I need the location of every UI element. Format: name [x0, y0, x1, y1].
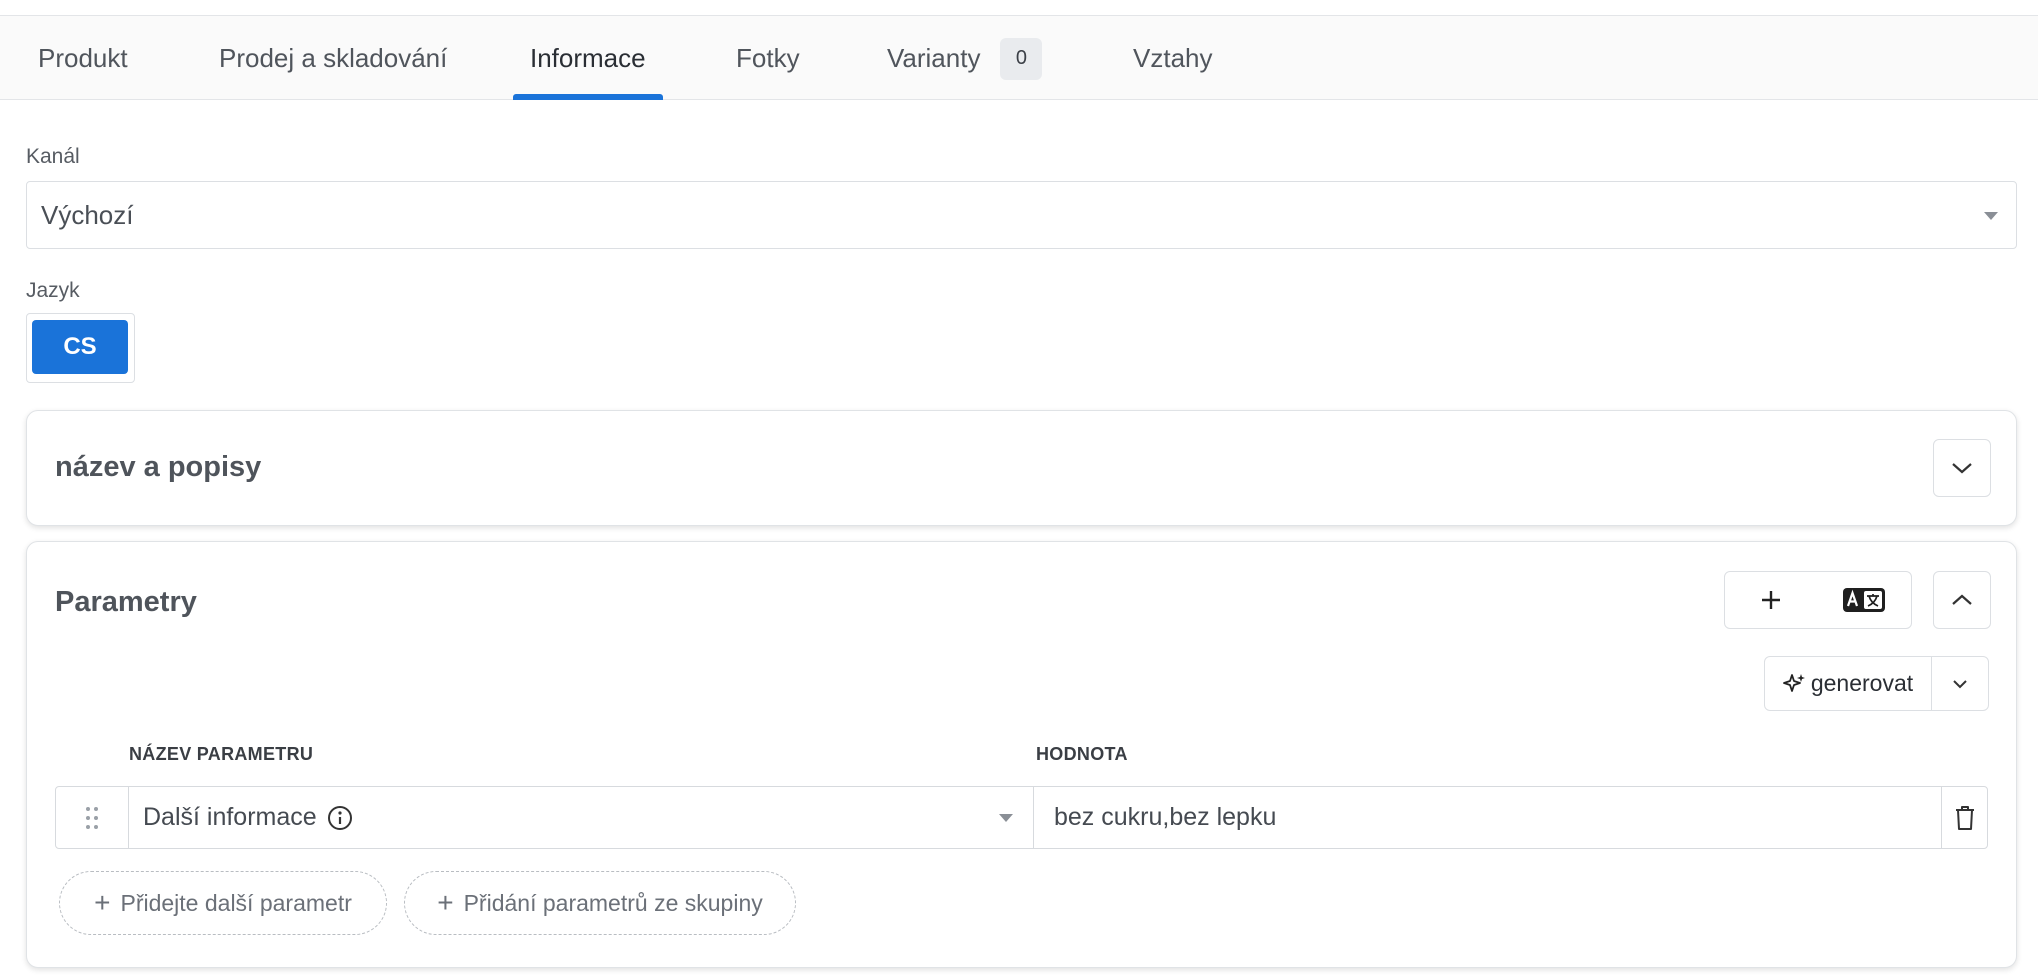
column-header-value: HODNOTA	[1036, 744, 1128, 764]
tab-label: Varianty	[887, 43, 981, 73]
plus-icon	[1762, 591, 1780, 609]
tab-label: Informace	[530, 43, 646, 73]
chevron-down-icon	[999, 814, 1013, 822]
add-parameter-button[interactable]: + Přidejte další parametr	[59, 871, 387, 935]
table-row: Další informace bez cukru,bez lepku	[55, 786, 1988, 849]
parameter-name-select[interactable]: Další informace	[129, 787, 1034, 848]
names-section-title: název a popisy	[55, 451, 262, 483]
parameters-toolbar	[1724, 571, 1912, 629]
chevron-down-icon	[1984, 212, 1998, 220]
translate-button[interactable]	[1817, 572, 1911, 628]
add-parameter-label: Přidejte další parametr	[120, 889, 352, 916]
tab-produkt[interactable]: Produkt	[38, 16, 128, 101]
parameters-section-title: Parametry	[55, 586, 197, 618]
sparkle-icon	[1782, 673, 1805, 692]
collapse-button[interactable]	[1933, 571, 1991, 629]
parameter-name: Další informace	[143, 803, 317, 831]
active-tab-indicator	[513, 94, 663, 100]
generate-button[interactable]: generovat	[1765, 657, 1932, 710]
tab-label: Vztahy	[1133, 43, 1213, 73]
column-header-name: NÁZEV PARAMETRU	[129, 744, 314, 764]
generate-label: generovat	[1810, 670, 1914, 696]
channel-select[interactable]: Výchozí	[26, 181, 2017, 249]
generate-options-button[interactable]	[1932, 657, 1988, 710]
tab-label: Fotky	[736, 43, 800, 73]
tab-vztahy[interactable]: Vztahy	[1133, 16, 1213, 101]
language-selector: CS	[26, 313, 135, 383]
tab-bar: Produkt Prodej a skladování Informace Fo…	[0, 15, 2038, 100]
chevron-up-icon	[1952, 594, 1972, 605]
tab-label: Produkt	[38, 43, 128, 73]
language-button-cs[interactable]: CS	[32, 320, 128, 374]
tab-prodej[interactable]: Prodej a skladování	[219, 16, 447, 101]
expand-button[interactable]	[1933, 439, 1991, 497]
parameter-value-input[interactable]: bez cukru,bez lepku	[1034, 787, 1942, 848]
delete-row-button[interactable]	[1942, 787, 1988, 848]
channel-label: Kanál	[26, 145, 80, 168]
names-descriptions-card: název a popisy	[26, 410, 2017, 526]
add-group-label: Přidání parametrů ze skupiny	[463, 889, 763, 916]
chevron-down-icon	[1953, 679, 1967, 688]
tab-label: Prodej a skladování	[219, 43, 448, 73]
add-parameter-icon-button[interactable]	[1725, 572, 1817, 628]
channel-value: Výchozí	[41, 199, 134, 230]
chevron-down-icon	[1952, 463, 1972, 474]
trash-icon	[1956, 805, 1974, 830]
add-group-parameters-button[interactable]: + Přidání parametrů ze skupiny	[404, 871, 796, 935]
info-icon[interactable]	[327, 805, 353, 831]
tab-informace[interactable]: Informace	[530, 16, 646, 101]
tab-fotky[interactable]: Fotky	[736, 16, 800, 101]
parameter-value: bez cukru,bez lepku	[1054, 803, 1277, 831]
drag-handle-icon	[86, 806, 98, 829]
tab-varianty[interactable]: Varianty 0	[887, 16, 1043, 101]
language-label: Jazyk	[26, 279, 80, 302]
plus-icon: +	[94, 887, 111, 918]
variant-count-badge: 0	[1000, 37, 1043, 80]
plus-icon: +	[437, 887, 454, 918]
translate-icon	[1843, 588, 1885, 612]
generate-split-button: generovat	[1764, 656, 1989, 711]
drag-handle[interactable]	[56, 787, 129, 848]
